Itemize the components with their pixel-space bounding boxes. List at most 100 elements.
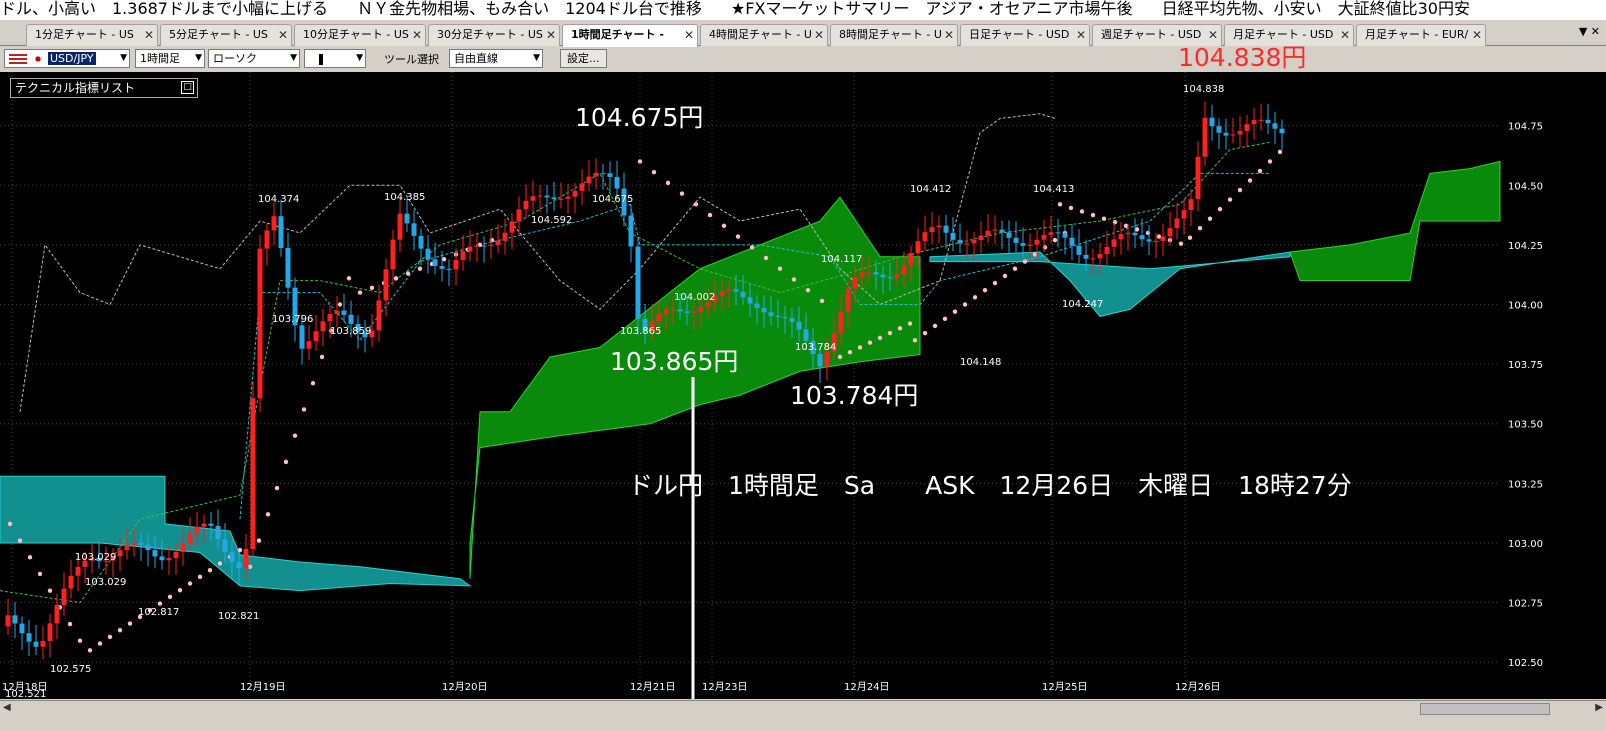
psar-dot bbox=[952, 309, 958, 314]
y-tick-label: 103.00 bbox=[1508, 539, 1543, 550]
candle-body bbox=[376, 300, 382, 331]
candle-body bbox=[1160, 236, 1166, 241]
close-icon[interactable]: ✕ bbox=[1076, 25, 1086, 45]
psar-dot bbox=[1178, 241, 1184, 246]
close-icon[interactable]: ✕ bbox=[814, 25, 824, 45]
horizontal-scrollbar[interactable]: ◀ ▶ bbox=[0, 700, 1606, 717]
psar-dot bbox=[217, 561, 223, 566]
tab-label: 4時間足チャート - U bbox=[709, 28, 812, 41]
candle-style-select[interactable]: ▼ bbox=[304, 49, 366, 68]
chart-type-select[interactable]: ローソク ▼ bbox=[208, 49, 300, 68]
scroll-thumb[interactable] bbox=[1420, 703, 1550, 715]
psar-dot bbox=[87, 648, 93, 653]
settings-button[interactable]: 設定... bbox=[560, 49, 607, 68]
psar-dot bbox=[1079, 209, 1085, 214]
psar-dot bbox=[749, 245, 755, 250]
psar-dot bbox=[1247, 178, 1253, 183]
candle-body bbox=[75, 566, 81, 576]
candle-body bbox=[1104, 246, 1110, 255]
tab-controls[interactable]: ▼ ✕ bbox=[1579, 25, 1600, 38]
candle-icon bbox=[319, 53, 323, 65]
candle-body bbox=[383, 269, 389, 301]
candle-body bbox=[47, 623, 53, 642]
close-icon[interactable]: ✕ bbox=[684, 25, 694, 45]
close-icon[interactable]: ✕ bbox=[546, 25, 556, 45]
tool-select[interactable]: 自由直線 ▼ bbox=[449, 49, 543, 68]
close-icon[interactable]: ✕ bbox=[278, 25, 288, 45]
ticker-item[interactable]: ＮＹ金先物相場、もみ合い 1204ドル台で推移 bbox=[357, 0, 702, 18]
candle-body bbox=[656, 313, 662, 322]
tab-monthly-eur[interactable]: 月足チャート - EUR/✕ bbox=[1356, 24, 1486, 46]
candle-body bbox=[453, 259, 459, 270]
psar-dot bbox=[735, 234, 741, 239]
candle-body bbox=[460, 251, 466, 260]
candle-body bbox=[1146, 239, 1152, 242]
psar-dot bbox=[1207, 216, 1213, 221]
collapse-icon[interactable]: □ bbox=[181, 81, 194, 94]
candle-body bbox=[236, 562, 242, 569]
price-label: 103.029 bbox=[75, 552, 116, 563]
period-select[interactable]: 1時間足 ▼ bbox=[135, 49, 205, 68]
close-icon[interactable]: ✕ bbox=[944, 25, 954, 45]
y-tick-label: 103.75 bbox=[1508, 360, 1543, 371]
ticker-item[interactable]: ドル、小高い 1.3687ドルまで小幅に上げる bbox=[0, 0, 328, 18]
candle-body bbox=[320, 321, 326, 332]
tab-label: 30分足チャート - US bbox=[437, 28, 543, 41]
scroll-left-icon[interactable]: ◀ bbox=[3, 702, 11, 713]
close-icon[interactable]: ✕ bbox=[144, 25, 154, 45]
close-icon[interactable]: ✕ bbox=[1591, 25, 1600, 38]
psar-dot bbox=[962, 302, 968, 307]
close-icon[interactable]: ✕ bbox=[1472, 25, 1482, 45]
candle-body bbox=[747, 297, 753, 304]
tab-8hour[interactable]: 8時間足チャート - U ✕ bbox=[830, 24, 958, 46]
candle-body bbox=[523, 200, 529, 210]
candle-body bbox=[565, 196, 571, 199]
psar-dot bbox=[197, 574, 203, 580]
chevron-down-icon[interactable]: ▼ bbox=[1579, 25, 1587, 38]
y-tick-label: 102.50 bbox=[1508, 658, 1543, 669]
psar-dot bbox=[877, 335, 883, 341]
tab-label: 月足チャート - EUR/ bbox=[1365, 28, 1469, 41]
price-label: 102.575 bbox=[50, 664, 91, 675]
currency-pair-select[interactable]: USD/JPY ▼ bbox=[4, 49, 130, 68]
close-icon[interactable]: ✕ bbox=[412, 25, 422, 45]
psar-dot bbox=[867, 340, 873, 345]
candle-body bbox=[418, 235, 424, 249]
candle-body bbox=[782, 317, 788, 319]
psar-dot bbox=[393, 276, 399, 281]
psar-dot bbox=[912, 338, 918, 343]
chevron-down-icon: ▼ bbox=[195, 53, 202, 63]
tab-4hour[interactable]: 4時間足チャート - U ✕ bbox=[700, 24, 828, 46]
candle-body bbox=[845, 288, 851, 312]
candle-body bbox=[1251, 120, 1257, 125]
psar-dot bbox=[417, 266, 423, 271]
chevron-down-icon: ▼ bbox=[120, 53, 127, 63]
close-icon[interactable]: ✕ bbox=[1340, 25, 1350, 45]
news-ticker[interactable]: ドル、小高い 1.3687ドルまで小幅に上げる ＮＹ金先物相場、もみ合い 120… bbox=[0, 0, 1606, 20]
candle-body bbox=[138, 542, 144, 545]
ticker-item[interactable]: ★FXマーケットサマリー アジア・オセアニア市場午後 bbox=[731, 0, 1133, 18]
tab-1hour[interactable]: 1時間足チャート - ✕ bbox=[562, 24, 698, 47]
tab-1min[interactable]: 1分足チャート - US ✕ bbox=[26, 24, 158, 46]
tab-daily[interactable]: 日足チャート - USD ✕ bbox=[960, 24, 1090, 46]
candle-body bbox=[964, 243, 970, 245]
indicator-list-button[interactable]: テクニカル指標リスト □ bbox=[10, 78, 198, 98]
tab-30min[interactable]: 30分足チャート - US ✕ bbox=[428, 24, 560, 46]
candle-body bbox=[12, 615, 18, 624]
psar-dot bbox=[77, 638, 83, 643]
chevron-down-icon: ▼ bbox=[356, 53, 363, 63]
candle-body bbox=[1202, 117, 1208, 157]
candle-body bbox=[124, 545, 130, 551]
tab-label: 1時間足チャート - bbox=[571, 28, 664, 41]
psar-dot bbox=[982, 287, 988, 293]
tab-10min[interactable]: 10分足チャート - US ✕ bbox=[294, 24, 426, 46]
ticker-item[interactable]: 日経平均先物、小安い 大証終値比30円安 bbox=[1162, 0, 1470, 18]
candle-body bbox=[719, 290, 725, 296]
candle-body bbox=[1216, 126, 1222, 133]
tab-5min[interactable]: 5分足チャート - US ✕ bbox=[160, 24, 292, 46]
psar-dot bbox=[707, 212, 713, 218]
scroll-right-icon[interactable]: ▶ bbox=[1595, 702, 1603, 713]
candle-body bbox=[740, 291, 746, 298]
pair-label: USD/JPY bbox=[48, 52, 96, 65]
candle-body bbox=[593, 172, 599, 177]
